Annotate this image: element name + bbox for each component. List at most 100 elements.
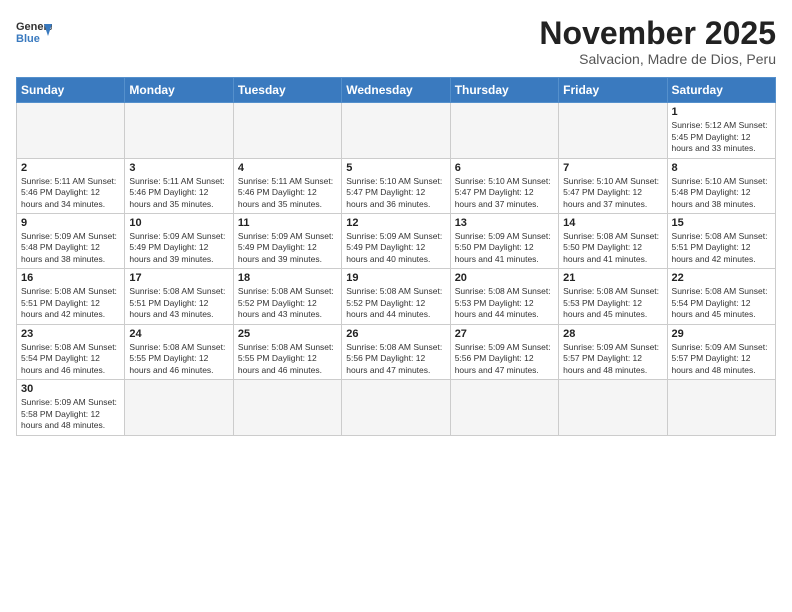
location-subtitle: Salvacion, Madre de Dios, Peru (539, 51, 776, 67)
day-cell (125, 103, 233, 158)
day-cell: 8 Sunrise: 5:10 AM Sunset: 5:48 PM Daylig… (667, 158, 775, 213)
day-info: Sunrise: 5:08 AM Sunset: 5:55 PM Dayligh… (129, 342, 228, 376)
day-info: Sunrise: 5:08 AM Sunset: 5:53 PM Dayligh… (563, 286, 662, 320)
day-number: 1 (672, 106, 771, 118)
day-number: 17 (129, 272, 228, 284)
day-number: 23 (21, 328, 120, 340)
weekday-friday: Friday (559, 78, 667, 103)
week-row-4: 23 Sunrise: 5:08 AM Sunset: 5:54 PM Dayli… (17, 324, 776, 379)
day-info: Sunrise: 5:11 AM Sunset: 5:46 PM Dayligh… (238, 176, 337, 210)
day-number: 8 (672, 162, 771, 174)
day-cell (125, 380, 233, 435)
day-number: 10 (129, 217, 228, 229)
day-cell: 27 Sunrise: 5:09 AM Sunset: 5:56 PM Dayli… (450, 324, 558, 379)
day-info: Sunrise: 5:10 AM Sunset: 5:47 PM Dayligh… (563, 176, 662, 210)
day-cell: 30Sunrise: 5:09 AM Sunset: 5:58 PM Dayli… (17, 380, 125, 435)
day-info: Sunrise: 5:09 AM Sunset: 5:49 PM Dayligh… (129, 231, 228, 265)
day-info: Sunrise: 5:08 AM Sunset: 5:52 PM Dayligh… (346, 286, 445, 320)
day-cell: 3 Sunrise: 5:11 AM Sunset: 5:46 PM Daylig… (125, 158, 233, 213)
day-cell: 15 Sunrise: 5:08 AM Sunset: 5:51 PM Dayli… (667, 214, 775, 269)
day-info: Sunrise: 5:08 AM Sunset: 5:51 PM Dayligh… (129, 286, 228, 320)
day-number: 9 (21, 217, 120, 229)
day-cell: 6Sunrise: 5:10 AM Sunset: 5:47 PM Daylig… (450, 158, 558, 213)
day-cell: 29 Sunrise: 5:09 AM Sunset: 5:57 PM Dayli… (667, 324, 775, 379)
day-info: Sunrise: 5:11 AM Sunset: 5:46 PM Dayligh… (21, 176, 120, 210)
day-cell: 4 Sunrise: 5:11 AM Sunset: 5:46 PM Daylig… (233, 158, 341, 213)
day-info: Sunrise: 5:08 AM Sunset: 5:53 PM Dayligh… (455, 286, 554, 320)
day-cell: 13Sunrise: 5:09 AM Sunset: 5:50 PM Dayli… (450, 214, 558, 269)
day-number: 11 (238, 217, 337, 229)
day-number: 15 (672, 217, 771, 229)
day-number: 12 (346, 217, 445, 229)
weekday-monday: Monday (125, 78, 233, 103)
day-cell (233, 103, 341, 158)
day-cell (667, 380, 775, 435)
day-cell: 25 Sunrise: 5:08 AM Sunset: 5:55 PM Dayli… (233, 324, 341, 379)
weekday-header-row: SundayMondayTuesdayWednesdayThursdayFrid… (17, 78, 776, 103)
day-info: Sunrise: 5:11 AM Sunset: 5:46 PM Dayligh… (129, 176, 228, 210)
title-block: November 2025 Salvacion, Madre de Dios, … (539, 16, 776, 67)
weekday-wednesday: Wednesday (342, 78, 450, 103)
day-number: 7 (563, 162, 662, 174)
day-cell: 14 Sunrise: 5:08 AM Sunset: 5:50 PM Dayli… (559, 214, 667, 269)
day-info: Sunrise: 5:08 AM Sunset: 5:54 PM Dayligh… (21, 342, 120, 376)
day-number: 21 (563, 272, 662, 284)
day-number: 4 (238, 162, 337, 174)
day-number: 25 (238, 328, 337, 340)
day-number: 30 (21, 383, 120, 395)
day-cell: 26Sunrise: 5:08 AM Sunset: 5:56 PM Dayli… (342, 324, 450, 379)
day-cell: 1 Sunrise: 5:12 AM Sunset: 5:45 PM Daylig… (667, 103, 775, 158)
calendar-page: General Blue November 2025 Salvacion, Ma… (0, 0, 792, 612)
day-cell (559, 380, 667, 435)
day-cell: 9 Sunrise: 5:09 AM Sunset: 5:48 PM Daylig… (17, 214, 125, 269)
day-cell: 20 Sunrise: 5:08 AM Sunset: 5:53 PM Dayli… (450, 269, 558, 324)
day-number: 14 (563, 217, 662, 229)
day-number: 20 (455, 272, 554, 284)
day-cell: 21 Sunrise: 5:08 AM Sunset: 5:53 PM Dayli… (559, 269, 667, 324)
weekday-thursday: Thursday (450, 78, 558, 103)
day-number: 22 (672, 272, 771, 284)
day-number: 18 (238, 272, 337, 284)
day-info: Sunrise: 5:08 AM Sunset: 5:56 PM Dayligh… (346, 342, 445, 376)
day-number: 29 (672, 328, 771, 340)
month-title: November 2025 (539, 16, 776, 51)
day-number: 6 (455, 162, 554, 174)
day-info: Sunrise: 5:10 AM Sunset: 5:47 PM Dayligh… (346, 176, 445, 210)
logo-icon: General Blue (16, 16, 52, 52)
day-number: 19 (346, 272, 445, 284)
day-cell: 16Sunrise: 5:08 AM Sunset: 5:51 PM Dayli… (17, 269, 125, 324)
day-cell: 2Sunrise: 5:11 AM Sunset: 5:46 PM Daylig… (17, 158, 125, 213)
day-info: Sunrise: 5:09 AM Sunset: 5:57 PM Dayligh… (672, 342, 771, 376)
day-cell (450, 380, 558, 435)
day-cell (342, 380, 450, 435)
weekday-saturday: Saturday (667, 78, 775, 103)
day-info: Sunrise: 5:09 AM Sunset: 5:56 PM Dayligh… (455, 342, 554, 376)
week-row-0: 1 Sunrise: 5:12 AM Sunset: 5:45 PM Daylig… (17, 103, 776, 158)
day-cell (17, 103, 125, 158)
day-info: Sunrise: 5:12 AM Sunset: 5:45 PM Dayligh… (672, 120, 771, 154)
day-number: 3 (129, 162, 228, 174)
week-row-5: 30Sunrise: 5:09 AM Sunset: 5:58 PM Dayli… (17, 380, 776, 435)
day-info: Sunrise: 5:09 AM Sunset: 5:48 PM Dayligh… (21, 231, 120, 265)
calendar-table: SundayMondayTuesdayWednesdayThursdayFrid… (16, 77, 776, 435)
day-info: Sunrise: 5:10 AM Sunset: 5:48 PM Dayligh… (672, 176, 771, 210)
day-info: Sunrise: 5:08 AM Sunset: 5:54 PM Dayligh… (672, 286, 771, 320)
day-cell: 12Sunrise: 5:09 AM Sunset: 5:49 PM Dayli… (342, 214, 450, 269)
week-row-2: 9 Sunrise: 5:09 AM Sunset: 5:48 PM Daylig… (17, 214, 776, 269)
day-cell (233, 380, 341, 435)
day-number: 27 (455, 328, 554, 340)
weekday-sunday: Sunday (17, 78, 125, 103)
day-cell: 11Sunrise: 5:09 AM Sunset: 5:49 PM Dayli… (233, 214, 341, 269)
week-row-1: 2Sunrise: 5:11 AM Sunset: 5:46 PM Daylig… (17, 158, 776, 213)
day-info: Sunrise: 5:09 AM Sunset: 5:57 PM Dayligh… (563, 342, 662, 376)
day-info: Sunrise: 5:08 AM Sunset: 5:51 PM Dayligh… (672, 231, 771, 265)
day-info: Sunrise: 5:08 AM Sunset: 5:50 PM Dayligh… (563, 231, 662, 265)
day-cell: 7 Sunrise: 5:10 AM Sunset: 5:47 PM Daylig… (559, 158, 667, 213)
day-cell: 28Sunrise: 5:09 AM Sunset: 5:57 PM Dayli… (559, 324, 667, 379)
svg-text:Blue: Blue (16, 33, 40, 45)
day-info: Sunrise: 5:08 AM Sunset: 5:51 PM Dayligh… (21, 286, 120, 320)
day-number: 5 (346, 162, 445, 174)
day-info: Sunrise: 5:08 AM Sunset: 5:55 PM Dayligh… (238, 342, 337, 376)
day-number: 24 (129, 328, 228, 340)
day-number: 13 (455, 217, 554, 229)
